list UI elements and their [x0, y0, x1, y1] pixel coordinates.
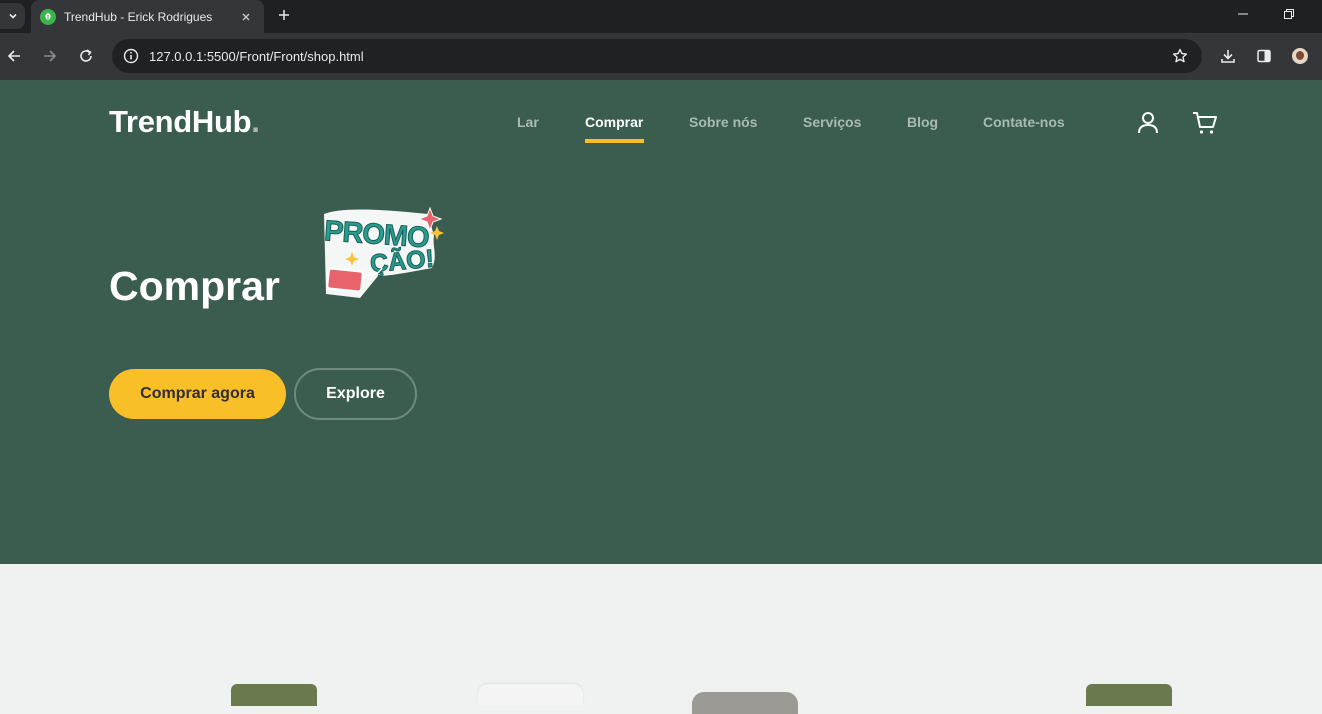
new-tab-button[interactable] — [273, 4, 295, 26]
cart-icon — [1193, 112, 1217, 134]
url-host: 127.0.0.1 — [149, 48, 204, 64]
arrow-left-icon — [7, 50, 20, 62]
url-text: 127.0.0.1:5500/Front/Front/shop.html — [149, 49, 1166, 64]
tab-search-button[interactable] — [0, 3, 25, 29]
browser-toolbar: 127.0.0.1:5500/Front/Front/shop.html — [0, 33, 1322, 80]
account-button[interactable] — [1135, 110, 1161, 136]
minimize-window-button[interactable] — [1220, 0, 1266, 28]
close-tab-icon[interactable] — [238, 9, 254, 25]
logo-dot: . — [251, 104, 260, 139]
promocao-sticker: PROMO ÇÃO! — [323, 206, 444, 298]
active-nav-indicator — [585, 139, 644, 143]
reload-button[interactable] — [72, 42, 100, 70]
nav-link-lar[interactable]: Lar — [517, 114, 539, 130]
chevron-down-icon — [8, 13, 17, 19]
user-icon — [1138, 112, 1158, 134]
nav-link-contate-nos[interactable]: Contate-nos — [983, 114, 1065, 130]
side-panel-icon — [1257, 49, 1271, 63]
nav-link-servicos[interactable]: Serviços — [803, 114, 861, 130]
forward-button[interactable] — [36, 42, 64, 70]
logo-text: TrendHub — [109, 104, 252, 139]
shop-now-button[interactable]: Comprar agora — [109, 369, 286, 419]
nav-link-sobre-nos[interactable]: Sobre nós — [689, 114, 757, 130]
product-image-chair[interactable] — [1086, 684, 1172, 706]
restore-icon — [1284, 9, 1294, 19]
back-button[interactable] — [0, 42, 28, 70]
minimize-icon — [1238, 13, 1248, 15]
leaf-favicon-icon — [40, 8, 56, 25]
browser-tab-bar: TrendHub - Erick Rodrigues — [0, 0, 1322, 33]
side-panel-button[interactable] — [1250, 42, 1278, 70]
tab-title: TrendHub - Erick Rodrigues — [64, 9, 213, 24]
nav-link-comprar[interactable]: Comprar — [585, 114, 643, 130]
profile-button[interactable] — [1286, 42, 1314, 70]
bookmark-star-icon[interactable] — [1166, 42, 1194, 70]
products-section — [0, 564, 1322, 714]
download-icon — [1221, 50, 1235, 63]
product-image-stool[interactable] — [692, 692, 798, 714]
restore-window-button[interactable] — [1266, 0, 1312, 28]
hero-section: TrendHub. Lar Comprar Sobre nós Serviços… — [0, 80, 1322, 564]
explore-button[interactable]: Explore — [294, 368, 417, 420]
url-path: :5500/Front/Front/shop.html — [203, 48, 364, 64]
site-info-icon[interactable] — [122, 47, 140, 65]
product-image-pillow[interactable] — [478, 684, 583, 706]
price-tag-icon — [326, 267, 364, 293]
page-title: Comprar — [109, 263, 280, 309]
downloads-button[interactable] — [1214, 42, 1242, 70]
reload-icon — [80, 49, 92, 62]
address-bar[interactable]: 127.0.0.1:5500/Front/Front/shop.html — [112, 39, 1202, 73]
site-logo[interactable]: TrendHub. — [109, 104, 260, 140]
cart-button[interactable] — [1192, 110, 1218, 136]
nav-link-blog[interactable]: Blog — [907, 114, 938, 130]
plus-icon — [279, 10, 289, 20]
browser-tab[interactable]: TrendHub - Erick Rodrigues — [31, 0, 264, 33]
product-image-chair[interactable] — [231, 684, 317, 706]
avatar — [1290, 46, 1310, 66]
arrow-right-icon — [44, 50, 57, 62]
